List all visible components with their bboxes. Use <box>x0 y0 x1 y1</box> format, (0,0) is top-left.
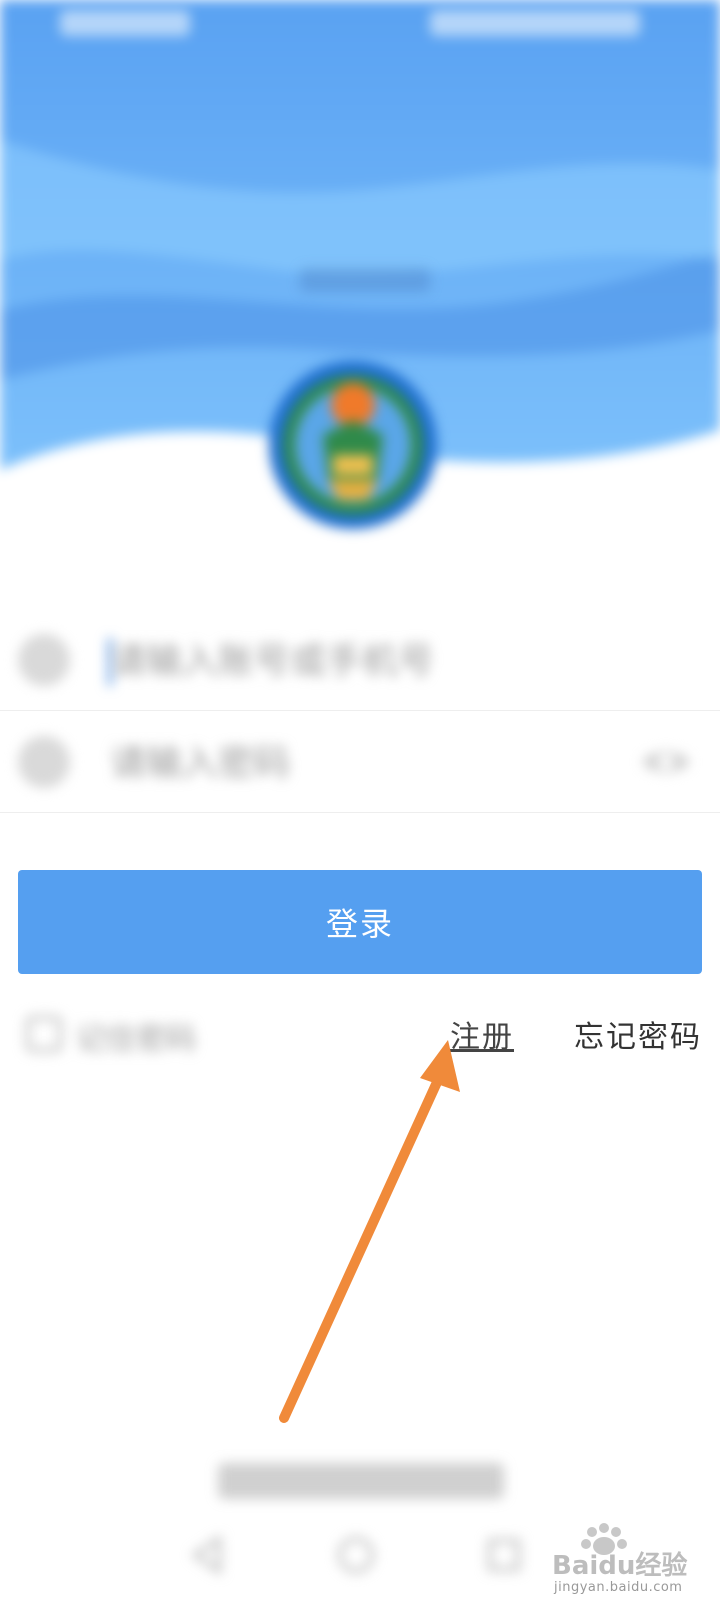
header-hero <box>0 0 720 560</box>
emblem-logo <box>269 361 437 529</box>
baidu-watermark-logo: Baidu经验 <box>552 1523 687 1581</box>
remember-checkbox[interactable] <box>26 1016 62 1052</box>
signal-icon <box>60 10 190 36</box>
password-field-row <box>0 712 720 813</box>
forgot-password-link[interactable]: 忘记密码 <box>574 1012 702 1056</box>
arrow-annotation <box>279 1040 460 1423</box>
remember-password[interactable]: 记住密码 <box>26 1010 246 1060</box>
watermark-url: jingyan.baidu.com <box>554 1580 683 1595</box>
hero-caption <box>300 268 430 292</box>
recent-apps-icon[interactable] <box>482 1533 526 1577</box>
account-input[interactable] <box>108 628 632 694</box>
status-icons <box>430 10 640 36</box>
home-icon[interactable] <box>334 1533 378 1577</box>
lock-icon <box>18 736 70 788</box>
eye-icon[interactable] <box>640 744 692 780</box>
remember-label: 记住密码 <box>76 1022 196 1057</box>
account-field-row <box>0 610 720 711</box>
watermark-text: Baidu经验 <box>552 1550 687 1581</box>
footer-text <box>218 1463 504 1499</box>
status-bar <box>0 0 720 48</box>
back-icon[interactable] <box>185 1533 229 1577</box>
user-icon <box>18 634 70 686</box>
password-input[interactable] <box>108 730 632 796</box>
login-button[interactable]: 登录 <box>18 870 702 974</box>
